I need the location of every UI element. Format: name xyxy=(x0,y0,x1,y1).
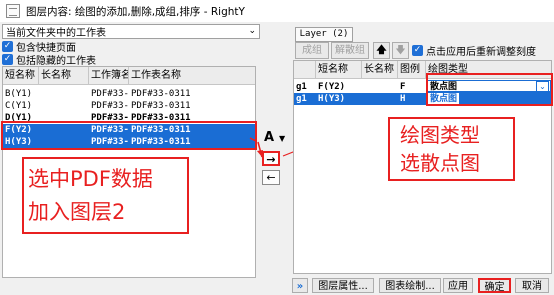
arrow-line xyxy=(249,137,257,142)
col-group xyxy=(294,61,316,79)
rescale-checkbox[interactable]: ✓ 点击应用后重新调整刻度 xyxy=(412,44,536,58)
row-long xyxy=(362,93,398,105)
row-long xyxy=(362,81,398,93)
group-button[interactable]: 成组 xyxy=(295,42,329,59)
layer-label: Layer (2) xyxy=(295,27,353,42)
col-long-name[interactable]: 长名称 xyxy=(362,61,398,79)
row-group: g1 xyxy=(296,82,307,92)
cancel-button[interactable]: 取消 xyxy=(515,278,549,293)
move-up-icon[interactable]: 🡅 xyxy=(373,42,390,59)
move-down-icon[interactable]: 🡇 xyxy=(392,42,409,59)
row-legend: F xyxy=(400,82,406,92)
plot-setup-button[interactable]: 图表绘制... xyxy=(379,278,441,293)
apply-button[interactable]: 应用 xyxy=(443,278,473,293)
arrow-head xyxy=(257,150,263,157)
layer-properties-button[interactable]: 图层属性... xyxy=(312,278,374,293)
ok-button[interactable]: 确定 xyxy=(478,278,511,293)
col-legend[interactable]: 图例 xyxy=(398,61,426,79)
right-note-line1: 绘图类型 xyxy=(400,123,480,147)
row-short: F(Y2) xyxy=(318,82,346,92)
checkbox-checked-icon[interactable]: ✓ xyxy=(412,45,423,56)
row-legend: H xyxy=(400,94,406,104)
row-group: g1 xyxy=(296,94,307,104)
row-short: H(Y3) xyxy=(318,94,346,104)
plot-type-highlight-box xyxy=(426,73,553,106)
ungroup-button[interactable]: 解散组 xyxy=(331,42,369,59)
expand-button[interactable]: » xyxy=(292,278,308,293)
col-short-name[interactable]: 短名称 xyxy=(316,61,362,79)
right-note-line2: 选散点图 xyxy=(400,151,480,175)
rescale-label: 点击应用后重新调整刻度 xyxy=(426,47,536,58)
